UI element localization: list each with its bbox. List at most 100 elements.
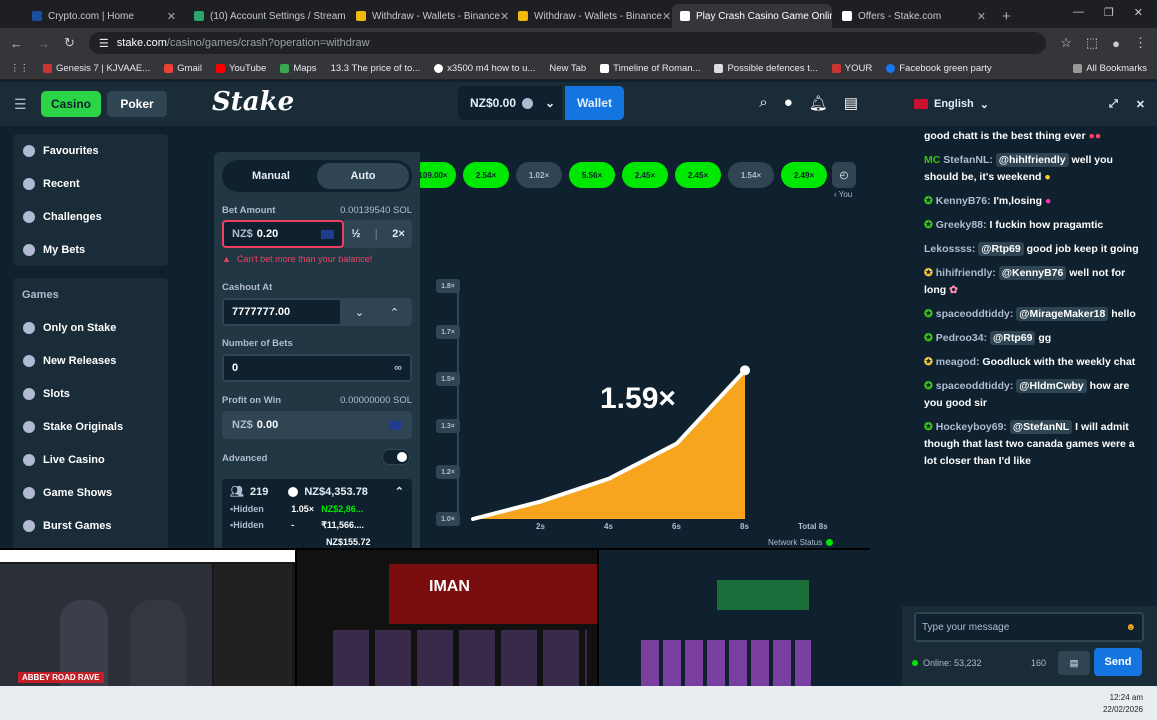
menu-burger-icon[interactable]: ☰: [14, 96, 28, 113]
close-tab-icon[interactable]: ✕: [167, 10, 176, 23]
bookmark[interactable]: YouTube: [215, 63, 266, 74]
popout-icon[interactable]: ⤢: [1109, 98, 1118, 111]
sidebar-item-only-on-stake[interactable]: Only on Stake: [13, 311, 168, 344]
close-tab-icon[interactable]: ✕: [977, 10, 986, 23]
stake-logo[interactable]: Stake: [212, 87, 294, 117]
advanced-toggle[interactable]: [382, 449, 410, 465]
new-tab-icon[interactable]: +: [1002, 4, 1011, 28]
message-mention[interactable]: @KennyB76: [998, 266, 1067, 280]
browser-tab[interactable]: (10) Account Settings / Streami✕: [186, 4, 346, 28]
send-button[interactable]: Send: [1094, 648, 1142, 676]
half-button[interactable]: ½: [351, 228, 360, 240]
forward-icon[interactable]: →: [37, 36, 50, 51]
sidebar-item-challenges[interactable]: Challenges: [13, 200, 168, 233]
message-user[interactable]: spaceoddtiddy:: [936, 308, 1014, 320]
close-window-icon[interactable]: ✕: [1134, 6, 1143, 19]
bet-amount-input[interactable]: NZ$ 0.20: [222, 220, 344, 248]
history-icon[interactable]: ◴: [832, 162, 856, 188]
sidebar-item-stake-originals[interactable]: Stake Originals: [13, 410, 168, 443]
browser-tab[interactable]: Withdraw - Wallets - Binance ✕: [348, 4, 508, 28]
result-chip[interactable]: 5.56×: [569, 162, 615, 188]
number-of-bets-input[interactable]: 0 ∞: [222, 354, 412, 382]
message-user[interactable]: Pedroo34:: [936, 332, 987, 344]
result-chip[interactable]: 109.00×: [420, 162, 456, 188]
chat-input[interactable]: Type your message ☻: [914, 612, 1144, 642]
bookmark[interactable]: New Tab: [549, 63, 586, 74]
wallet-button[interactable]: Wallet: [565, 86, 624, 120]
message-user[interactable]: hihifriendly:: [936, 267, 996, 279]
message-user[interactable]: StefanNL:: [943, 154, 993, 166]
minimize-icon[interactable]: —: [1073, 6, 1084, 19]
balance-selector[interactable]: NZ$0.00 ⌄: [458, 86, 562, 120]
apps-icon[interactable]: ⋮⋮: [10, 63, 29, 74]
bookmark[interactable]: YOUR: [831, 63, 872, 74]
tab-manual[interactable]: Manual: [225, 163, 317, 189]
message-user[interactable]: KennyB76:: [936, 195, 991, 207]
sidebar-item-slots[interactable]: Slots: [13, 377, 168, 410]
bookmark[interactable]: Facebook green party: [886, 63, 992, 74]
bookmark[interactable]: Timeline of Roman...: [600, 63, 700, 74]
language-selector[interactable]: English: [934, 98, 974, 110]
profile-avatar-icon[interactable]: ●: [1112, 36, 1120, 51]
sidebar-item-live-casino[interactable]: Live Casino: [13, 443, 168, 476]
user-icon[interactable]: ●: [784, 94, 793, 112]
reload-icon[interactable]: ↻: [64, 35, 75, 51]
sidebar-item-favourites[interactable]: Favourites: [13, 134, 168, 167]
menu-icon[interactable]: ⋮: [1134, 35, 1147, 51]
browser-tab[interactable]: Offers - Stake.com ✕: [834, 4, 994, 28]
message-user[interactable]: Greeky88:: [936, 219, 987, 231]
browser-tab[interactable]: Withdraw - Wallets - Binance ✕: [510, 4, 670, 28]
sidebar-item-recent[interactable]: Recent: [13, 167, 168, 200]
back-icon[interactable]: ←: [10, 36, 23, 51]
message-user[interactable]: spaceoddtiddy:: [936, 380, 1014, 392]
message-user[interactable]: meagod:: [936, 356, 980, 368]
bookmark[interactable]: 13.3 The price of to...: [331, 63, 421, 74]
chevron-down-icon[interactable]: ⌄: [980, 98, 989, 111]
maximize-icon[interactable]: ❐: [1104, 6, 1114, 19]
result-chip[interactable]: 1.54×: [728, 162, 774, 188]
message-user[interactable]: Lekossss:: [924, 243, 975, 255]
result-chip[interactable]: 2.54×: [463, 162, 509, 188]
url-field[interactable]: ☰ stake.com/casino/games/crash?operation=…: [88, 32, 1047, 54]
bookmark[interactable]: Possible defences t...: [714, 63, 818, 74]
all-bookmarks[interactable]: All Bookmarks: [1073, 63, 1147, 74]
message-mention[interactable]: @MirageMaker18: [1016, 307, 1109, 321]
close-icon[interactable]: ✕: [1136, 98, 1145, 111]
browser-tab-active[interactable]: Play Crash Casino Game Online✕: [672, 4, 832, 28]
chevron-up-icon[interactable]: ⌃: [390, 306, 399, 319]
bookmark[interactable]: Genesis 7 | KJVAAE...: [43, 63, 150, 74]
casino-button[interactable]: Casino: [41, 91, 101, 117]
message-mention[interactable]: @hihlfriendly: [995, 153, 1069, 167]
result-chip[interactable]: 1.02×: [516, 162, 562, 188]
double-button[interactable]: 2×: [392, 228, 405, 240]
bookmark[interactable]: Maps: [280, 63, 317, 74]
system-clock[interactable]: 12:24 am 22/02/2026: [1103, 692, 1143, 716]
chat-icon[interactable]: ▤: [844, 94, 858, 112]
message-user[interactable]: Hockeyboy69:: [936, 421, 1007, 433]
rules-icon[interactable]: ▤: [1058, 651, 1090, 675]
close-tab-icon[interactable]: ✕: [662, 10, 670, 23]
sidebar-item-new-releases[interactable]: New Releases: [13, 344, 168, 377]
result-chip[interactable]: 2.45×: [675, 162, 721, 188]
bookmark-star-icon[interactable]: ☆: [1060, 35, 1072, 51]
tab-auto[interactable]: Auto: [317, 163, 409, 189]
chevron-down-icon[interactable]: ⌄: [355, 306, 364, 319]
message-mention[interactable]: @Rtp69: [990, 331, 1036, 345]
browser-tab[interactable]: Crypto.com | Home ✕: [24, 4, 184, 28]
close-tab-icon[interactable]: ✕: [500, 10, 508, 23]
notifications-icon[interactable]: 🔔︎: [809, 94, 828, 112]
bookmark[interactable]: Gmail: [164, 63, 202, 74]
bookmark[interactable]: x3500 m4 how to u...: [434, 63, 535, 74]
site-info-icon[interactable]: ☰: [99, 37, 109, 50]
cashout-input[interactable]: 7777777.00: [222, 298, 342, 326]
sidebar-item-burst-games[interactable]: Burst Games: [13, 509, 168, 542]
sidebar-item-my-bets[interactable]: My Bets: [13, 233, 168, 266]
search-icon[interactable]: ⌕: [759, 94, 767, 112]
message-mention[interactable]: @StefanNL: [1009, 420, 1073, 434]
emoji-picker-icon[interactable]: ☻: [1125, 622, 1136, 633]
sidebar-item-game-shows[interactable]: Game Shows: [13, 476, 168, 509]
chevron-up-icon[interactable]: ⌃: [395, 485, 404, 498]
message-mention[interactable]: @HldmCwby: [1016, 379, 1087, 393]
infinity-icon[interactable]: ∞: [394, 362, 402, 374]
message-mention[interactable]: @Rtp69: [978, 242, 1024, 256]
